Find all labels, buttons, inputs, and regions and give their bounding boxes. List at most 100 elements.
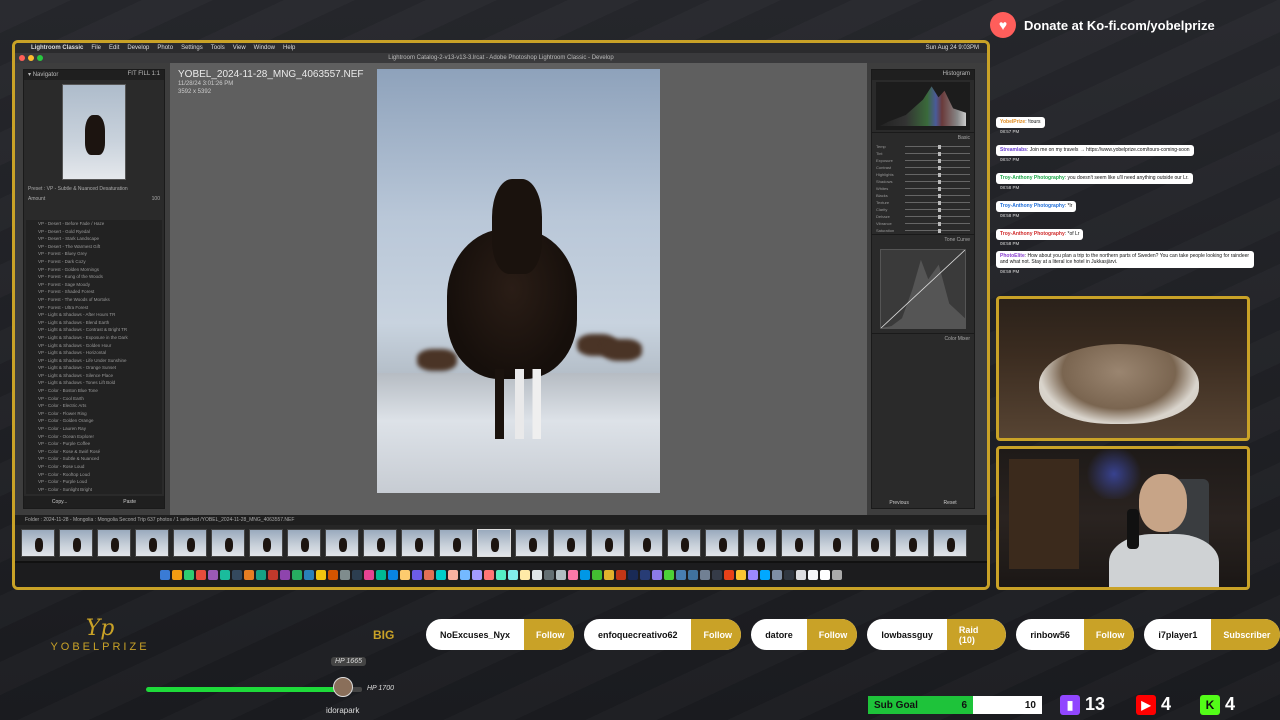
dock-app-icon[interactable] xyxy=(388,570,398,580)
dock-app-icon[interactable] xyxy=(208,570,218,580)
filmstrip-thumbnail[interactable] xyxy=(173,529,207,557)
preset-item[interactable]: VP - Light & Shadows - Contrast & Bright… xyxy=(26,326,162,334)
slider-texture[interactable]: Texture xyxy=(872,199,974,206)
dock-app-icon[interactable] xyxy=(328,570,338,580)
dock-app-icon[interactable] xyxy=(460,570,470,580)
dock-app-icon[interactable] xyxy=(172,570,182,580)
dock-app-icon[interactable] xyxy=(772,570,782,580)
dock-app-icon[interactable] xyxy=(664,570,674,580)
dock-app-icon[interactable] xyxy=(304,570,314,580)
dock-app-icon[interactable] xyxy=(160,570,170,580)
preset-item[interactable]: VP - Color - Boston Blue Tone xyxy=(26,387,162,395)
menu-window[interactable]: Window xyxy=(254,45,275,51)
dock-app-icon[interactable] xyxy=(808,570,818,580)
dock-app-icon[interactable] xyxy=(412,570,422,580)
dock-app-icon[interactable] xyxy=(256,570,266,580)
preset-item[interactable]: VP - Light & Shadows - Golden Hour xyxy=(26,342,162,350)
slider-whites[interactable]: Whites xyxy=(872,185,974,192)
filmstrip-thumbnail[interactable] xyxy=(439,529,473,557)
dock-app-icon[interactable] xyxy=(436,570,446,580)
dock-app-icon[interactable] xyxy=(220,570,230,580)
dock-app-icon[interactable] xyxy=(316,570,326,580)
preset-item[interactable]: VP - Color - Flower Ring xyxy=(26,410,162,418)
preset-item[interactable]: VP - Forest - The Woods of Mortoks xyxy=(26,296,162,304)
dock-app-icon[interactable] xyxy=(688,570,698,580)
preset-item[interactable]: VP - Color - Purple Loud xyxy=(26,478,162,486)
slider-track[interactable] xyxy=(905,151,970,156)
filmstrip-thumbnail[interactable] xyxy=(97,529,131,557)
preset-item[interactable]: VP - Color - Purple Coffee xyxy=(26,440,162,448)
preset-item[interactable]: VP - Light & Shadows - Tones Lift Bold xyxy=(26,379,162,387)
slider-dehaze[interactable]: Dehaze xyxy=(872,213,974,220)
menu-settings[interactable]: Settings xyxy=(181,45,203,51)
dock-app-icon[interactable] xyxy=(532,570,542,580)
preset-item[interactable]: VP - Desert - The Warmest Gift xyxy=(26,243,162,251)
dock-app-icon[interactable] xyxy=(676,570,686,580)
slider-saturation[interactable]: Saturation xyxy=(872,227,974,234)
slider-vibrance[interactable]: Vibrance xyxy=(872,220,974,227)
histogram-header[interactable]: Histogram xyxy=(872,70,974,80)
dock-app-icon[interactable] xyxy=(628,570,638,580)
navigator-preview[interactable] xyxy=(62,84,126,180)
menu-tools[interactable]: Tools xyxy=(211,45,225,51)
menu-help[interactable]: Help xyxy=(283,45,295,51)
filmstrip-thumbnail[interactable] xyxy=(21,529,55,557)
slider-track[interactable] xyxy=(905,179,970,184)
dock-app-icon[interactable] xyxy=(484,570,494,580)
preset-item[interactable]: VP - Forest - Bluey Grey xyxy=(26,250,162,258)
dock-app-icon[interactable] xyxy=(352,570,362,580)
slider-track[interactable] xyxy=(905,144,970,149)
filmstrip-thumbnail[interactable] xyxy=(667,529,701,557)
menubar-clock[interactable]: Sun Aug 24 9:03PM xyxy=(926,45,979,51)
menu-view[interactable]: View xyxy=(233,45,246,51)
slider-track[interactable] xyxy=(905,228,970,233)
dock-app-icon[interactable] xyxy=(340,570,350,580)
dock-app-icon[interactable] xyxy=(712,570,722,580)
preset-item[interactable]: VP - Color - Rooftop Loud xyxy=(26,471,162,479)
filmstrip-thumbnail[interactable] xyxy=(895,529,929,557)
dock-app-icon[interactable] xyxy=(592,570,602,580)
dock-app-icon[interactable] xyxy=(556,570,566,580)
copy-button[interactable]: Copy... xyxy=(52,496,67,508)
preset-item[interactable]: VP - Color - Cool Earth xyxy=(26,395,162,403)
preset-amount-row[interactable]: Amount 100 xyxy=(24,194,164,204)
slider-blacks[interactable]: Blacks xyxy=(872,192,974,199)
dock-app-icon[interactable] xyxy=(580,570,590,580)
dock-app-icon[interactable] xyxy=(784,570,794,580)
menu-file[interactable]: File xyxy=(91,45,101,51)
preset-item[interactable]: VP - Color - Sunlight Bright xyxy=(26,486,162,494)
dock-app-icon[interactable] xyxy=(820,570,830,580)
dock-app-icon[interactable] xyxy=(604,570,614,580)
filmstrip-thumbnail[interactable] xyxy=(857,529,891,557)
filmstrip-thumbnail[interactable] xyxy=(553,529,587,557)
preset-item[interactable]: VP - Desert - Before Fade / Haze xyxy=(26,220,162,228)
preset-item[interactable]: VP - Forest - Sage Moody xyxy=(26,281,162,289)
previous-button[interactable]: Previous xyxy=(889,500,908,506)
dock-app-icon[interactable] xyxy=(400,570,410,580)
preset-item[interactable]: VP - Color - Ocean Explorer xyxy=(26,433,162,441)
menu-photo[interactable]: Photo xyxy=(157,45,173,51)
presets-list[interactable]: VP - Desert - Before Fade / Haze VP - Des… xyxy=(26,220,162,494)
dock-app-icon[interactable] xyxy=(364,570,374,580)
dock-app-icon[interactable] xyxy=(544,570,554,580)
preset-item[interactable]: VP - Light & Shadows - Life Under Sunshi… xyxy=(26,357,162,365)
dock-app-icon[interactable] xyxy=(616,570,626,580)
slider-track[interactable] xyxy=(905,186,970,191)
minimize-window-button[interactable] xyxy=(28,55,34,61)
close-window-button[interactable] xyxy=(19,55,25,61)
slider-track[interactable] xyxy=(905,158,970,163)
menu-develop[interactable]: Develop xyxy=(127,45,149,51)
dock-app-icon[interactable] xyxy=(292,570,302,580)
slider-shadows[interactable]: Shadows xyxy=(872,178,974,185)
filmstrip-thumbnail[interactable] xyxy=(135,529,169,557)
filmstrip-thumbnail[interactable] xyxy=(363,529,397,557)
dock-app-icon[interactable] xyxy=(760,570,770,580)
reset-button[interactable]: Reset xyxy=(944,500,957,506)
color-mixer-header[interactable]: Color Mixer xyxy=(872,333,974,344)
dock-app-icon[interactable] xyxy=(244,570,254,580)
filmstrip-thumbnail[interactable] xyxy=(819,529,853,557)
preset-item[interactable]: VP - Color - Subtle & Nuanced xyxy=(26,455,162,463)
preset-item[interactable]: VP - Light & Shadows - Blend Earth xyxy=(26,319,162,327)
filmstrip-thumbnail[interactable] xyxy=(781,529,815,557)
dock-app-icon[interactable] xyxy=(424,570,434,580)
